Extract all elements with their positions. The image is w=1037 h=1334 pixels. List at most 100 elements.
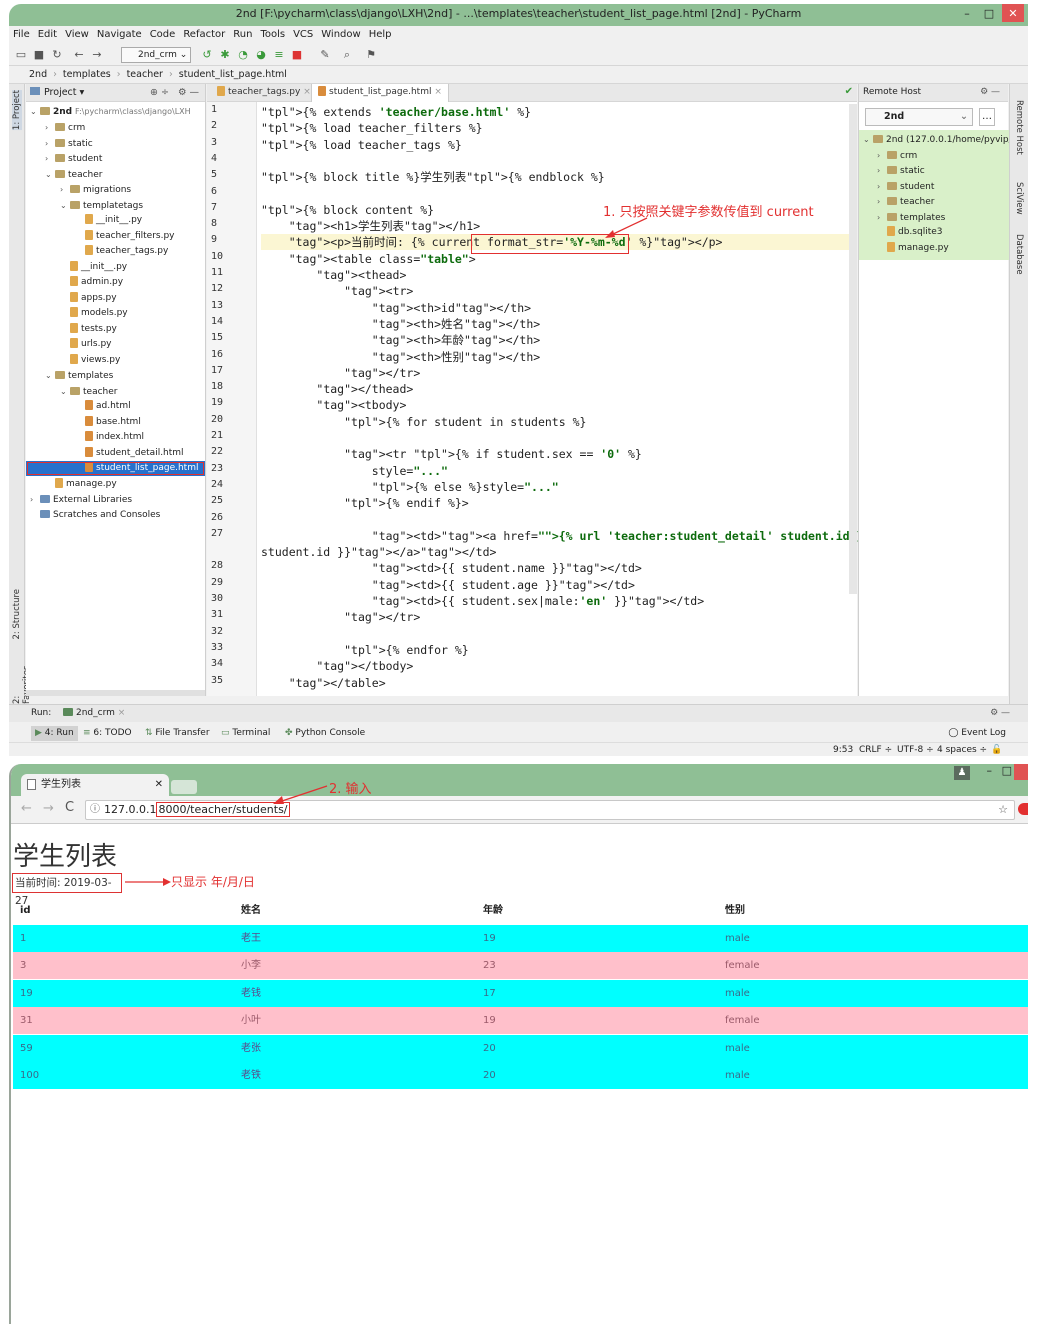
code-line[interactable]: "tag"><td>"tag"><a href="">{% url 'teach… — [261, 528, 891, 544]
browser-tab-close-icon[interactable]: ✕ — [155, 774, 163, 796]
code-line[interactable]: "tag"><th>id"tag"></th> — [261, 300, 531, 316]
menu-navigate[interactable]: Navigate — [93, 26, 146, 40]
event-log-button[interactable]: ◯ Event Log — [948, 726, 1006, 741]
remote-tree-item[interactable]: › crm — [877, 148, 917, 163]
editor-scrollbar[interactable] — [849, 104, 857, 594]
menu-tools[interactable]: Tools — [256, 26, 289, 40]
tab-student-list-page[interactable]: student_list_page.html × — [311, 84, 449, 102]
tree-item[interactable]: views.py — [26, 353, 205, 368]
project-scrollbar[interactable] — [26, 690, 205, 696]
tree-item[interactable]: tests.py — [26, 322, 205, 337]
run-tab[interactable]: 2nd_crm × — [63, 705, 125, 722]
menu-refactor[interactable]: Refactor — [179, 26, 229, 40]
extension-icon[interactable] — [1018, 803, 1028, 815]
remote-tree-item[interactable]: › teacher — [877, 194, 934, 209]
code-line[interactable]: "tag"><h1>学生列表"tag"></h1> — [261, 218, 480, 234]
bottom-tab[interactable]: ▶ 4: Run — [31, 726, 78, 741]
tree-item[interactable]: ⌄ templates — [26, 368, 205, 383]
rerun-icon[interactable]: ↺ — [199, 47, 215, 63]
breadcrumb-item[interactable]: teacher — [127, 69, 163, 80]
tree-item[interactable]: apps.py — [26, 291, 205, 306]
tree-item[interactable]: __init__.py — [26, 260, 205, 275]
lock-icon[interactable]: 🔓 — [991, 743, 1002, 756]
code-line[interactable]: "tag"><td>{{ student.name }}"tag"></td> — [261, 560, 642, 576]
url-input[interactable]: ⓘ 127.0.0.1 8000/teacher/students/ ☆ — [85, 800, 1015, 820]
bottom-tab[interactable]: ✤ Python Console — [285, 726, 365, 741]
remote-tree-item[interactable]: › templates — [877, 210, 945, 225]
remote-tree-item[interactable]: manage.py — [877, 241, 949, 256]
back-icon[interactable]: ← — [71, 47, 87, 63]
forward-icon[interactable]: → — [89, 47, 105, 63]
new-tab-button[interactable] — [171, 780, 197, 794]
status-line-sep[interactable]: CRLF ÷ — [859, 743, 892, 756]
bottom-tab[interactable]: ▭ Terminal — [221, 726, 270, 741]
open-folder-icon[interactable]: ▭ — [13, 47, 29, 63]
tree-item[interactable]: ad.html — [26, 399, 205, 414]
menu-window[interactable]: Window — [317, 26, 364, 40]
code-line[interactable]: "tpl">{% endfor %} — [261, 642, 469, 658]
menu-code[interactable]: Code — [146, 26, 180, 40]
tree-item[interactable]: › student — [26, 151, 205, 166]
reload-icon[interactable]: C — [65, 800, 74, 815]
student-id-link[interactable]: 100 — [20, 1062, 39, 1089]
more-button[interactable]: … — [979, 108, 995, 126]
code-line[interactable]: "tag"><thead> — [261, 267, 406, 283]
tree-item[interactable]: ⌄ teacher — [26, 167, 205, 182]
run-settings-icon[interactable]: ⚙ — — [990, 705, 1010, 722]
code-line[interactable]: "tag"><table class="table"> — [261, 251, 476, 267]
stop-icon[interactable]: ■ — [289, 47, 305, 63]
run-tab-close-icon[interactable]: × — [118, 708, 126, 718]
tree-item[interactable]: __init__.py — [26, 213, 205, 228]
tool-structure[interactable]: 2: Structure — [12, 589, 22, 640]
code-line[interactable]: "tag"><tr> — [261, 283, 413, 299]
concurrency-icon[interactable]: ≡ — [271, 47, 287, 63]
browser-close-icon[interactable] — [1014, 764, 1028, 780]
minimize-icon[interactable]: – — [956, 4, 978, 22]
tree-item[interactable]: teacher_filters.py — [26, 229, 205, 244]
save-icon[interactable]: ■ — [31, 47, 47, 63]
code-line[interactable]: student.id }}"tag"></a>"tag"></td> — [261, 544, 496, 560]
tree-item[interactable]: › static — [26, 136, 205, 151]
tree-item[interactable]: teacher_tags.py — [26, 244, 205, 259]
remote-settings-icon[interactable]: ⚙ — — [980, 84, 1000, 101]
forward-icon[interactable]: → — [43, 801, 54, 816]
code-line[interactable]: "tag"></table> — [261, 675, 386, 691]
code-area[interactable]: "tpl">{% extends 'teacher/base.html' %} "… — [261, 102, 891, 696]
browser-minimize-icon[interactable]: – — [987, 764, 993, 777]
code-line[interactable]: "tpl">{% load teacher_tags %} — [261, 137, 462, 153]
tree-item[interactable]: › migrations — [26, 182, 205, 197]
debug-icon[interactable]: ✱ — [217, 47, 233, 63]
bottom-tab[interactable]: ≡ 6: TODO — [83, 726, 132, 741]
locate-icon[interactable]: ⊕ ÷ — [150, 84, 169, 101]
tool-sciview[interactable]: SciView — [1014, 182, 1024, 215]
wrench-icon[interactable]: ✎ — [317, 47, 333, 63]
code-line[interactable]: "tpl">{% block content %} — [261, 202, 434, 218]
breadcrumb-item[interactable]: student_list_page.html — [179, 69, 287, 80]
tab-teacher-tags[interactable]: teacher_tags.py × — [211, 84, 317, 102]
tree-item[interactable]: index.html — [26, 430, 205, 445]
menu-view[interactable]: View — [61, 26, 93, 40]
menu-vcs[interactable]: VCS — [289, 26, 317, 40]
tree-item[interactable]: base.html — [26, 415, 205, 430]
run-config-select[interactable]: 2nd_crm ⌄ — [121, 47, 191, 63]
student-id-link[interactable]: 31 — [20, 1007, 33, 1034]
tree-item[interactable]: urls.py — [26, 337, 205, 352]
code-line[interactable]: "tag"><td>{{ student.age }}"tag"></td> — [261, 577, 635, 593]
code-line[interactable]: "tag"></thead> — [261, 381, 413, 397]
student-id-link[interactable]: 19 — [20, 980, 33, 1007]
remote-tree-item[interactable]: db.sqlite3 — [877, 225, 942, 240]
breadcrumb-item[interactable]: 2nd — [29, 69, 47, 80]
tool-database[interactable]: Database — [1014, 234, 1024, 275]
tree-item[interactable]: student_list_page.html — [26, 461, 205, 476]
remote-server-select[interactable]: 2nd ⌄ — [865, 108, 973, 126]
status-position[interactable]: 9:53 — [833, 743, 853, 756]
browser-tab[interactable]: 学生列表 ✕ — [21, 774, 169, 796]
back-icon[interactable]: ← — [21, 801, 32, 816]
tree-item[interactable]: student_detail.html — [26, 446, 205, 461]
tree-item[interactable]: ⌄ teacher — [26, 384, 205, 399]
code-line[interactable]: "tag"></tr> — [261, 609, 420, 625]
code-line[interactable]: "tag"><th>性别"tag"></th> — [261, 349, 540, 365]
tree-item[interactable]: › crm — [26, 120, 205, 135]
breadcrumb-item[interactable]: templates — [63, 69, 111, 80]
status-indent[interactable]: 4 spaces ÷ — [937, 743, 987, 756]
